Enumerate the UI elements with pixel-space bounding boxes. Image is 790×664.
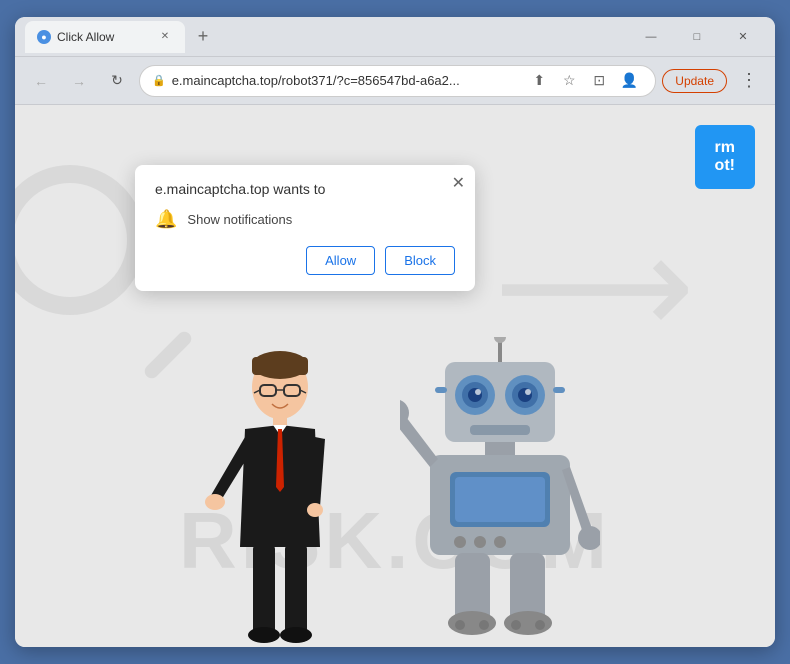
forward-button[interactable]: → bbox=[63, 65, 95, 97]
title-bar: ● Click Allow ✕ + — □ ✕ bbox=[15, 17, 775, 57]
reload-button[interactable]: ↻ bbox=[101, 65, 133, 97]
close-button[interactable]: ✕ bbox=[721, 22, 765, 52]
address-actions: ⬆ ☆ ⊡ 👤 bbox=[525, 67, 643, 95]
tab-favicon: ● bbox=[37, 30, 51, 44]
popup-close-button[interactable]: ✕ bbox=[452, 173, 465, 193]
toolbar: ← → ↻ 🔒 e.maincaptcha.top/robot371/?c=85… bbox=[15, 57, 775, 105]
active-tab[interactable]: ● Click Allow ✕ bbox=[25, 21, 185, 53]
robot-figure bbox=[400, 337, 600, 647]
allow-button[interactable]: Allow bbox=[306, 246, 375, 275]
window-controls: — □ ✕ bbox=[629, 22, 765, 52]
popup-notification-text: Show notifications bbox=[187, 212, 292, 227]
browser-window: ● Click Allow ✕ + — □ ✕ ← → ↻ 🔒 e.mainca… bbox=[15, 17, 775, 647]
minimize-button[interactable]: — bbox=[629, 22, 673, 52]
popup-buttons: Allow Block bbox=[155, 246, 455, 275]
bookmark-button[interactable]: ☆ bbox=[555, 67, 583, 95]
tab-close-btn[interactable]: ✕ bbox=[157, 29, 173, 45]
bell-icon: 🔔 bbox=[155, 209, 177, 230]
address-bar[interactable]: 🔒 e.maincaptcha.top/robot371/?c=856547bd… bbox=[139, 65, 656, 97]
block-button[interactable]: Block bbox=[385, 246, 455, 275]
tab-title: Click Allow bbox=[57, 30, 151, 44]
new-tab-button[interactable]: + bbox=[189, 23, 217, 51]
confirm-btn-line1: rm bbox=[715, 139, 735, 157]
confirm-btn-line2: ot! bbox=[715, 157, 735, 175]
share-button[interactable]: ⬆ bbox=[525, 67, 553, 95]
confirm-button[interactable]: rm ot! bbox=[695, 125, 755, 189]
back-button[interactable]: ← bbox=[25, 65, 57, 97]
profile-button[interactable]: 👤 bbox=[615, 67, 643, 95]
lock-icon: 🔒 bbox=[152, 74, 166, 87]
maximize-button[interactable]: □ bbox=[675, 22, 719, 52]
popup-notification-row: 🔔 Show notifications bbox=[155, 209, 455, 230]
popup-title: e.maincaptcha.top wants to bbox=[155, 181, 455, 197]
notification-popup: ✕ e.maincaptcha.top wants to 🔔 Show noti… bbox=[135, 165, 475, 291]
update-button[interactable]: Update bbox=[662, 69, 727, 93]
address-text: e.maincaptcha.top/robot371/?c=856547bd-a… bbox=[172, 73, 520, 88]
characters-area bbox=[190, 337, 600, 647]
page-content: ⟵ RISK.COM rm ot! bbox=[15, 105, 775, 647]
person-figure bbox=[190, 347, 370, 647]
tab-search-button[interactable]: ⊡ bbox=[585, 67, 613, 95]
tab-area: ● Click Allow ✕ + bbox=[25, 21, 621, 53]
menu-button[interactable]: ⋮ bbox=[733, 65, 765, 97]
